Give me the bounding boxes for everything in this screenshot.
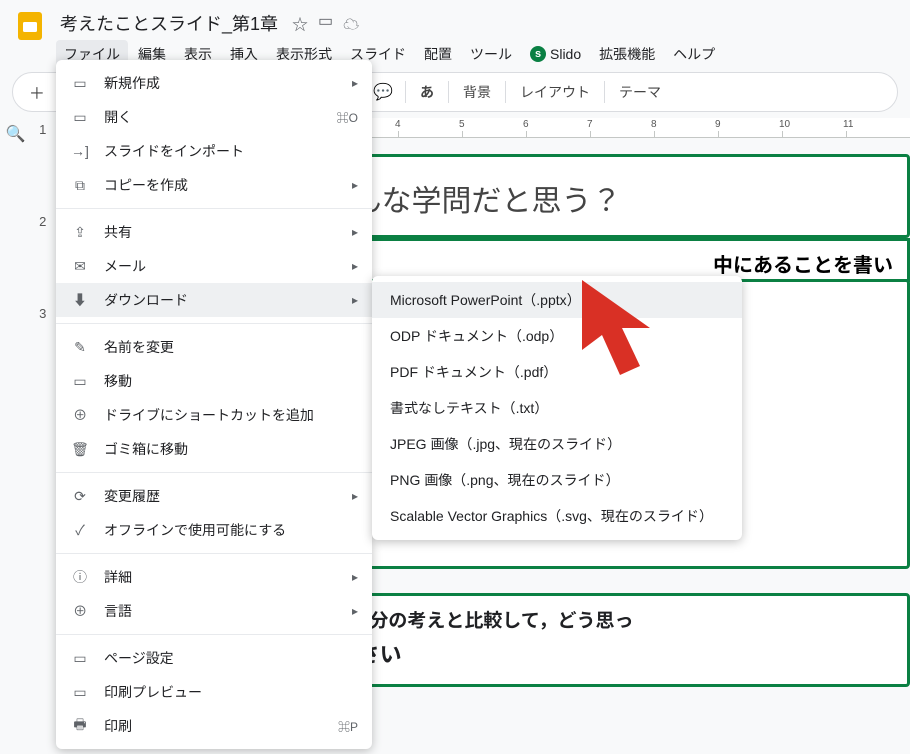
download-submenu: Microsoft PowerPoint（.pptx）ODP ドキュメント（.o… (372, 276, 742, 540)
menu-item-icon: 🗑 (70, 441, 90, 458)
menu-item-icon: ✎ (70, 339, 90, 356)
file-menu-item[interactable]: ⧉ コピーを作成 ▸ (56, 168, 372, 202)
file-menu-item[interactable]: ⓘ 詳細 ▸ (56, 560, 372, 594)
download-option[interactable]: ODP ドキュメント（.odp） (372, 318, 742, 354)
menu-item-label: ゴミ箱に移動 (104, 439, 188, 459)
chevron-right-icon: ▸ (352, 178, 358, 192)
menu-item-icon: ⓘ (70, 567, 90, 587)
file-menu-item[interactable]: ▭ 移動 (56, 364, 372, 398)
menu-item-label: ダウンロード (104, 290, 188, 310)
menu-item-label: ページ設定 (104, 648, 174, 668)
layout-button[interactable]: レイアウト (514, 82, 596, 102)
file-menu-item[interactable]: 🖶印刷⌘P (56, 709, 372, 743)
file-menu-item[interactable]: ▭ ページ設定 (56, 641, 372, 675)
menu-item-label: 変更履歴 (104, 486, 160, 506)
chevron-right-icon: ▸ (352, 604, 358, 618)
download-option[interactable]: PNG 画像（.png、現在のスライド） (372, 462, 742, 498)
file-menu-dropdown: ▭新規作成▸▭開く⌘O→]スライドをインポート⧉コピーを作成▸⇪共有▸✉メール▸… (56, 60, 372, 749)
menu-item-label: 移動 (104, 371, 132, 391)
file-menu-item[interactable]: ▭ 新規作成 ▸ (56, 66, 372, 100)
menu-item-icon: ⇪ (70, 224, 90, 241)
new-slide-button[interactable]: ＋ (23, 78, 51, 106)
menu-arrange[interactable]: 配置 (416, 40, 460, 68)
thumb-number: 3 (39, 306, 51, 378)
chevron-right-icon: ▸ (352, 570, 358, 584)
chevron-right-icon: ▸ (352, 293, 358, 307)
menu-item-icon: →] (70, 143, 90, 159)
chevron-right-icon: ▸ (352, 259, 358, 273)
menu-item-icon: ▭ (70, 684, 90, 701)
slides-logo[interactable] (12, 8, 48, 44)
menu-item-label: スライドをインポート (104, 141, 244, 161)
menu-item-label: 開く (104, 107, 132, 127)
annotation-cursor-icon (582, 280, 682, 390)
search-icon[interactable]: 🔍 (6, 126, 26, 143)
theme-button[interactable]: テーマ (613, 82, 667, 102)
menu-item-icon: ▭ (70, 373, 90, 390)
menu-slido[interactable]: s Slido (522, 40, 589, 68)
doc-title[interactable]: 考えたことスライド_第1章 (56, 8, 282, 38)
menu-item-label: 名前を変更 (104, 337, 174, 357)
file-menu-item[interactable]: ✉ メール ▸ (56, 249, 372, 283)
menu-item-icon: ▭ (70, 650, 90, 667)
file-menu-item[interactable]: ⊕ ドライブにショートカットを追加 (56, 398, 372, 432)
menu-item-label: ドライブにショートカットを追加 (104, 405, 314, 425)
menu-item-label: 新規作成 (104, 73, 160, 93)
star-icon[interactable]: ☆ (292, 11, 308, 35)
menu-item-icon: ✓ (70, 520, 90, 540)
file-menu-item[interactable]: ▭ 印刷プレビュー (56, 675, 372, 709)
chevron-right-icon: ▸ (352, 76, 358, 90)
menu-extensions[interactable]: 拡張機能 (591, 40, 663, 68)
menu-item-icon: ⬇ (70, 290, 90, 310)
file-menu-item[interactable]: 🗑 ゴミ箱に移動 (56, 432, 372, 466)
menu-item-icon: ⟳ (70, 488, 90, 505)
file-menu-item[interactable]: ⇪ 共有 ▸ (56, 215, 372, 249)
thumb-number: 2 (39, 214, 51, 286)
comment-button[interactable]: 💬 (369, 78, 397, 106)
menu-item-icon: ▭ (70, 75, 90, 92)
file-menu-item[interactable]: →] スライドをインポート (56, 134, 372, 168)
file-menu-item[interactable]: ⊕ 言語 ▸ (56, 594, 372, 628)
slido-icon: s (530, 46, 546, 62)
menu-item-label: 印刷 (104, 716, 132, 736)
menu-item-icon: 🖶 (70, 714, 90, 738)
file-menu-item[interactable]: ✓ オフラインで使用可能にする (56, 513, 372, 547)
download-option[interactable]: 書式なしテキスト（.txt） (372, 390, 742, 426)
background-button[interactable]: 背景 (457, 82, 497, 102)
chevron-right-icon: ▸ (352, 489, 358, 503)
download-option[interactable]: JPEG 画像（.jpg、現在のスライド） (372, 426, 742, 462)
file-menu-item[interactable]: ⬇ ダウンロード ▸ (56, 283, 372, 317)
download-option[interactable]: Scalable Vector Graphics（.svg、現在のスライド） (372, 498, 742, 534)
menu-item-label: 印刷プレビュー (104, 682, 202, 702)
menu-item-label: メール (104, 256, 146, 276)
file-menu-item[interactable]: ✎ 名前を変更 (56, 330, 372, 364)
download-option[interactable]: PDF ドキュメント（.pdf） (372, 354, 742, 390)
menu-item-label: 言語 (104, 601, 132, 621)
file-menu-item[interactable]: ⟳ 変更履歴 ▸ (56, 479, 372, 513)
download-option[interactable]: Microsoft PowerPoint（.pptx） (372, 282, 742, 318)
menu-item-label: コピーを作成 (104, 175, 188, 195)
menu-item-icon: ⊕ (70, 405, 90, 425)
menu-item-label: 共有 (104, 222, 132, 242)
thumb-number: 1 (39, 122, 51, 194)
menu-item-label: オフラインで使用可能にする (104, 520, 286, 540)
input-tool[interactable]: あ (414, 82, 440, 102)
chevron-right-icon: ▸ (352, 225, 358, 239)
cloud-icon[interactable]: ☁ (343, 11, 359, 35)
menu-item-icon: ▭ (70, 109, 90, 126)
move-icon[interactable]: ▭ (318, 11, 333, 35)
menu-item-icon: ⧉ (70, 177, 90, 194)
file-menu-item[interactable]: ▭開く⌘O (56, 100, 372, 134)
menu-tools[interactable]: ツール (462, 40, 520, 68)
menu-item-icon: ⊕ (70, 601, 90, 621)
menu-item-label: 詳細 (104, 567, 132, 587)
menu-item-icon: ✉ (70, 258, 90, 275)
menu-help[interactable]: ヘルプ (665, 40, 723, 68)
